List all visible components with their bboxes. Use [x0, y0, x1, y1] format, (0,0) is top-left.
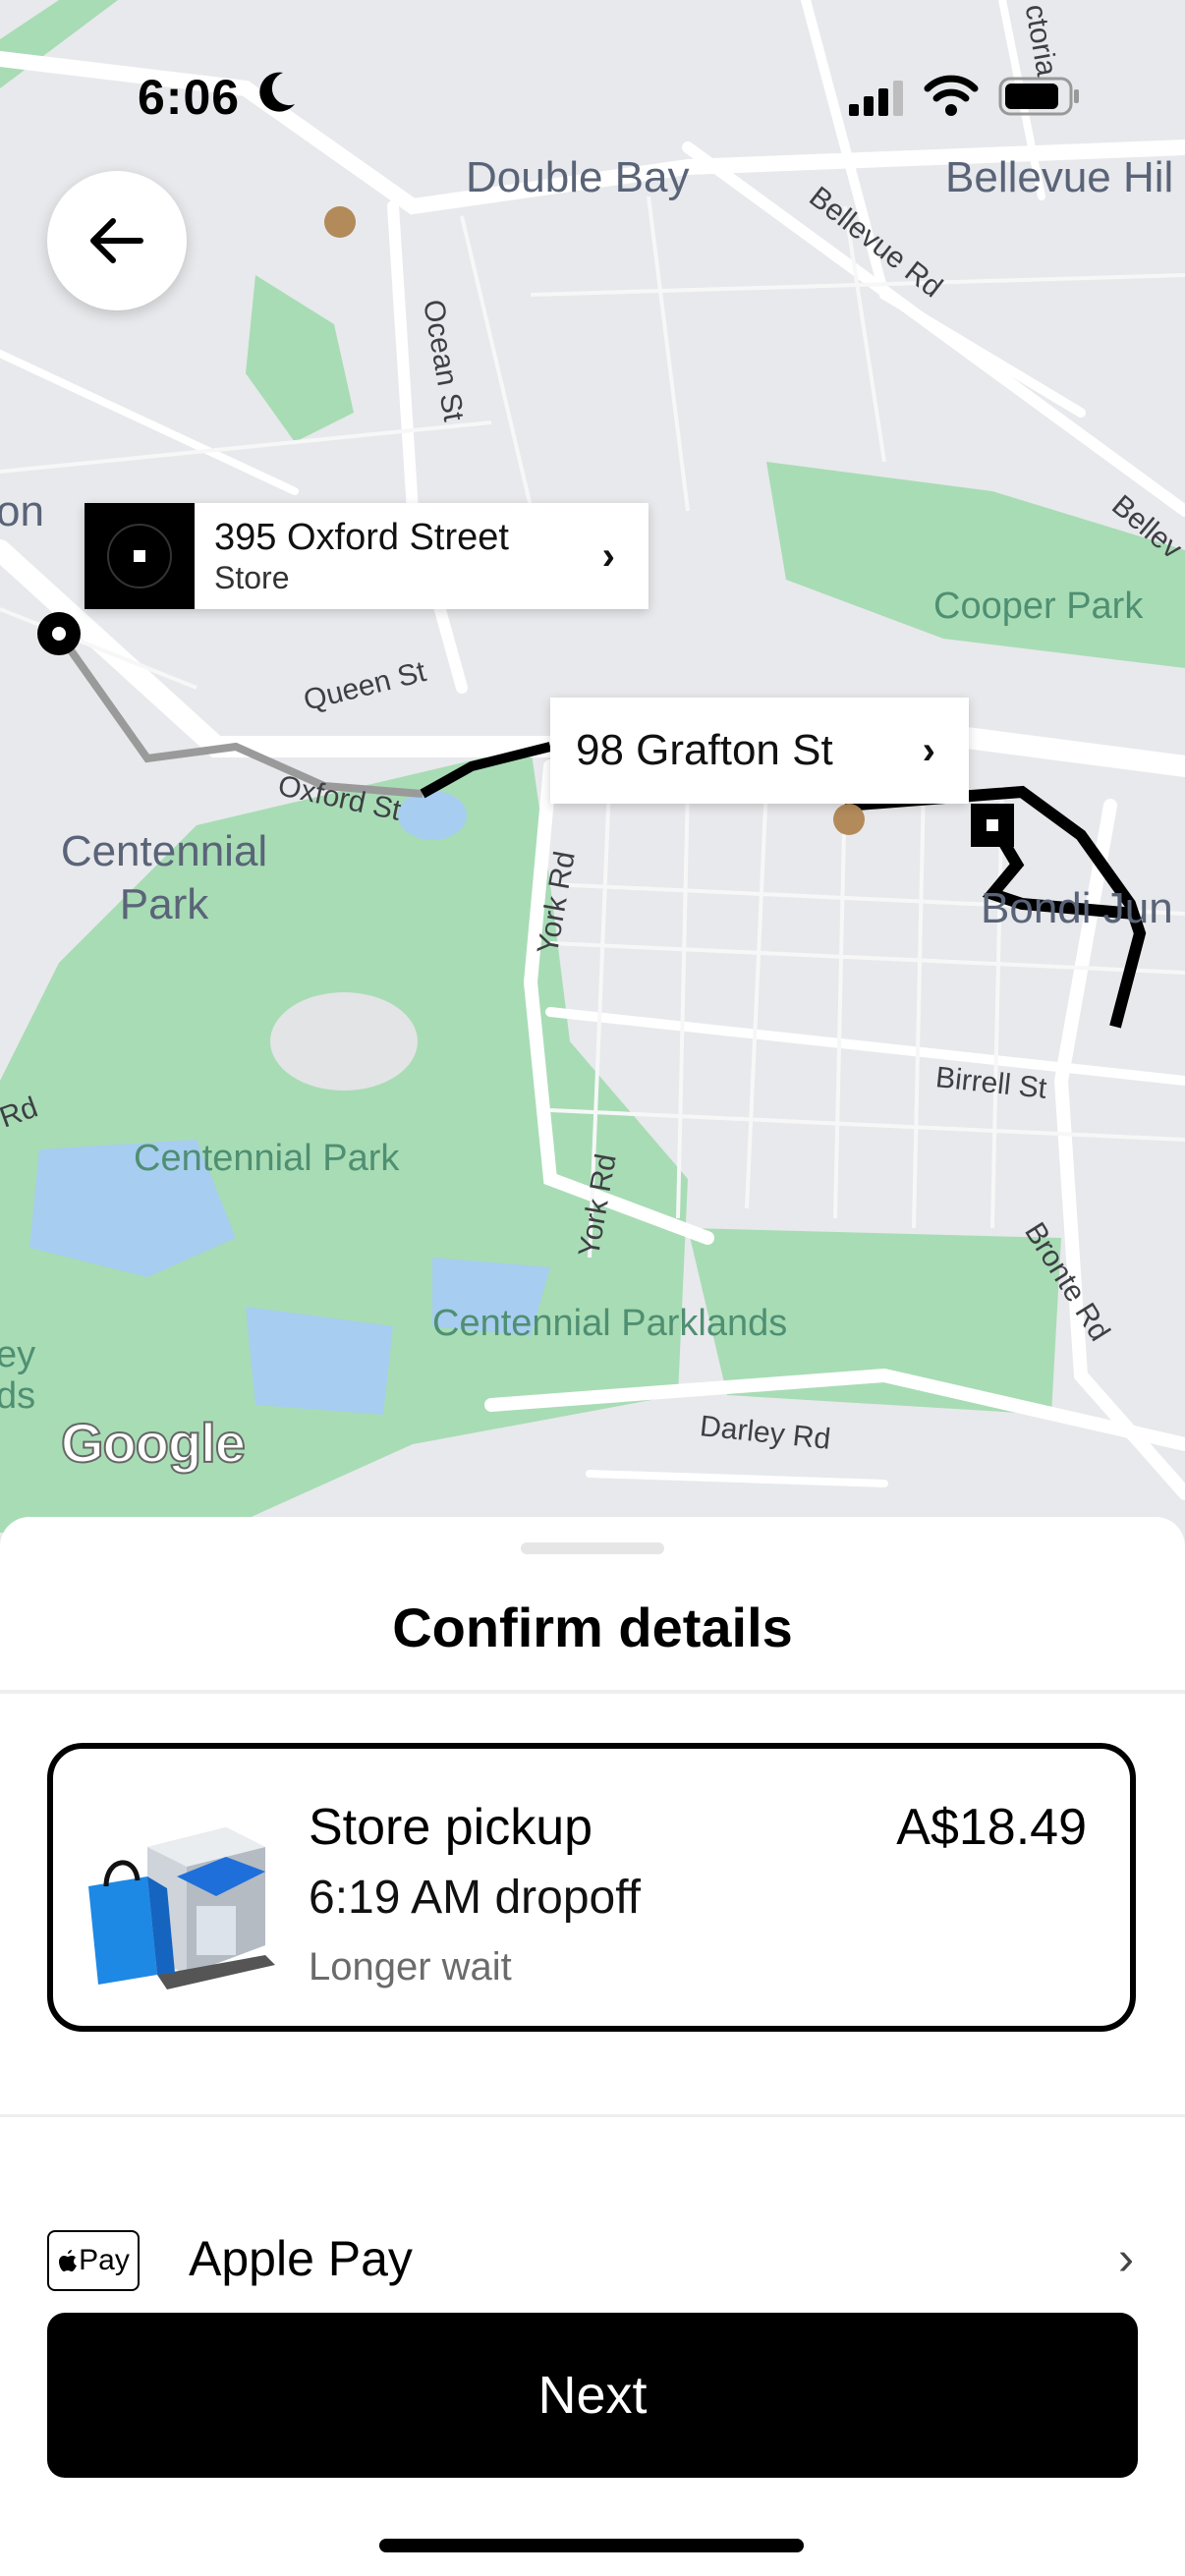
field: [270, 992, 418, 1091]
sheet-handle[interactable]: [521, 1542, 664, 1554]
store-pickup-illustration: [88, 1827, 275, 1989]
map-label: ey ds: [0, 1334, 36, 1417]
chevron-right-icon: ›: [1118, 2233, 1134, 2285]
destination-location-card[interactable]: 98 Grafton St ›: [550, 698, 969, 804]
transit-icon: [324, 206, 356, 238]
divider: [0, 1690, 1185, 1694]
status-time: 6:06: [138, 70, 241, 125]
next-button[interactable]: Next: [47, 2313, 1138, 2478]
option-price: A$18.49: [896, 1799, 1087, 1856]
map-label: on: [0, 487, 44, 535]
status-bar: 6:06: [0, 0, 1185, 187]
map-label: Centennial Parklands: [432, 1303, 788, 1344]
apple-pay-badge: Pay: [47, 2230, 140, 2291]
divider: [0, 2114, 1185, 2117]
back-button[interactable]: [47, 171, 187, 310]
bottom-sheet: Confirm details Store pickup A$18.49 6:1…: [0, 1517, 1185, 2576]
store-pin-icon: [85, 503, 195, 609]
origin-location-card[interactable]: 395 Oxford Street Store ›: [85, 503, 649, 609]
google-attribution: Google: [60, 1411, 247, 1475]
battery-icon: [998, 77, 1079, 116]
map-label: Bondi Jun: [981, 884, 1173, 932]
option-note: Longer wait: [309, 1945, 512, 1988]
option-time: 6:19 AM dropoff: [309, 1872, 642, 1924]
map-label: Centennial Park: [60, 827, 268, 928]
apple-pay-badge-text: Pay: [79, 2244, 130, 2276]
pond: [398, 791, 467, 840]
chevron-right-icon: ›: [601, 533, 615, 578]
cellular-signal-icon: [849, 81, 903, 116]
map-label: Cooper Park: [933, 586, 1144, 627]
transit-icon: [833, 804, 865, 835]
origin-title: 395 Oxford Street: [214, 517, 509, 558]
payment-label: Apple Pay: [189, 2231, 413, 2286]
origin-subtitle: Store: [214, 560, 290, 595]
option-title: Store pickup: [309, 1799, 593, 1856]
delivery-option-store-pickup[interactable]: Store pickup A$18.49 6:19 AM dropoff Lon…: [47, 1743, 1136, 2032]
apple-logo-icon: [59, 2250, 78, 2271]
sheet-title: Confirm details: [392, 1596, 793, 1658]
home-indicator: [379, 2539, 804, 2552]
map-label: Centennial Park: [134, 1138, 400, 1179]
wifi-icon: [924, 75, 979, 116]
chevron-right-icon: ›: [922, 728, 935, 772]
moon-icon: [259, 72, 295, 112]
arrow-left-icon: [90, 218, 143, 263]
destination-title: 98 Grafton St: [576, 726, 833, 774]
